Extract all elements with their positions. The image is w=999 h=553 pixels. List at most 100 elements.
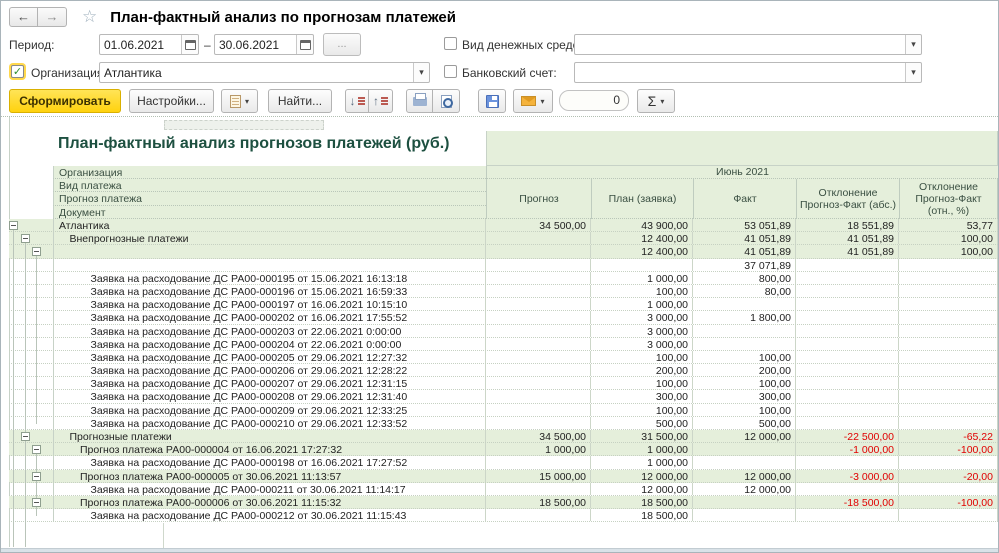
value-cell[interactable]: 53,77 <box>899 219 998 231</box>
report-row[interactable]: Заявка на расходование ДС РА00-000204 от… <box>9 338 998 351</box>
row-label[interactable]: Заявка на расходование ДС РА00-000203 от… <box>53 325 486 337</box>
value-cell[interactable] <box>796 311 899 323</box>
report-row[interactable]: Атлантика34 500,0043 900,0053 051,8918 5… <box>9 219 998 232</box>
report-row[interactable]: Прогноз платежа РА00-000005 от 30.06.202… <box>9 470 998 483</box>
value-cell[interactable] <box>899 285 998 297</box>
value-cell[interactable] <box>796 456 899 468</box>
dimension-header-payment-kind[interactable]: Вид платежа <box>53 179 486 192</box>
value-cell[interactable] <box>693 325 796 337</box>
row-label[interactable]: Заявка на расходование ДС РА00-000196 от… <box>53 285 486 297</box>
row-label[interactable]: Заявка на расходование ДС РА00-000198 от… <box>53 456 486 468</box>
value-cell[interactable]: 200,00 <box>591 364 693 376</box>
value-cell[interactable] <box>486 259 591 271</box>
value-cell[interactable]: 12 400,00 <box>591 245 693 257</box>
value-cell[interactable] <box>796 285 899 297</box>
value-cell[interactable]: 100,00 <box>899 245 998 257</box>
row-label[interactable] <box>53 259 486 271</box>
period-from-value[interactable]: 01.06.2021 <box>100 38 181 52</box>
row-label[interactable]: Прогнозные платежи <box>53 430 486 442</box>
value-cell[interactable]: -20,00 <box>899 470 998 482</box>
value-cell[interactable] <box>486 404 591 416</box>
value-cell[interactable] <box>899 272 998 284</box>
value-cell[interactable] <box>796 404 899 416</box>
value-cell[interactable] <box>486 285 591 297</box>
row-label[interactable]: Заявка на расходование ДС РА00-000204 от… <box>53 338 486 350</box>
value-cell[interactable]: 53 051,89 <box>693 219 796 231</box>
report-row[interactable]: Прогнозные платежи34 500,0031 500,0012 0… <box>9 430 998 443</box>
value-cell[interactable]: 1 000,00 <box>591 443 693 455</box>
value-cell[interactable] <box>591 259 693 271</box>
value-cell[interactable]: 300,00 <box>591 390 693 402</box>
value-cell[interactable]: 18 500,00 <box>486 496 591 508</box>
value-cell[interactable]: 12 000,00 <box>591 470 693 482</box>
value-cell[interactable] <box>796 483 899 495</box>
dimension-header-organization[interactable]: Организация <box>53 166 486 179</box>
row-label[interactable]: Внепрогнозные платежи <box>53 232 486 244</box>
value-cell[interactable]: 80,00 <box>693 285 796 297</box>
value-cell[interactable]: 3 000,00 <box>591 338 693 350</box>
value-cell[interactable] <box>899 390 998 402</box>
period-column-header[interactable]: Июнь 2021 <box>486 166 998 179</box>
value-cell[interactable] <box>796 364 899 376</box>
period-more-button[interactable]: ... <box>323 33 361 56</box>
value-cell[interactable] <box>486 390 591 402</box>
report-row[interactable]: 37 071,89 <box>9 259 998 272</box>
value-cell[interactable]: 15 000,00 <box>486 470 591 482</box>
value-cell[interactable] <box>899 404 998 416</box>
save-button[interactable] <box>478 89 506 113</box>
value-cell[interactable]: 12 000,00 <box>693 483 796 495</box>
report-row[interactable]: Заявка на расходование ДС РА00-000211 от… <box>9 483 998 496</box>
value-cell[interactable] <box>899 351 998 363</box>
value-cell[interactable] <box>796 390 899 402</box>
print-button[interactable] <box>406 89 433 113</box>
autosum-field[interactable]: 0 <box>559 90 629 111</box>
value-cell[interactable] <box>796 272 899 284</box>
value-cell[interactable] <box>899 298 998 310</box>
row-label[interactable]: Заявка на расходование ДС РА00-000211 от… <box>53 483 486 495</box>
row-label[interactable]: Заявка на расходование ДС РА00-000208 от… <box>53 390 486 402</box>
report-row[interactable]: Заявка на расходование ДС РА00-000207 от… <box>9 377 998 390</box>
report-row[interactable]: Заявка на расходование ДС РА00-000205 от… <box>9 351 998 364</box>
collapse-group-button[interactable] <box>9 221 18 230</box>
period-to-field[interactable]: 30.06.2021 <box>214 34 314 55</box>
value-cell[interactable] <box>899 364 998 376</box>
value-cell[interactable] <box>693 338 796 350</box>
value-cell[interactable]: 3 000,00 <box>591 311 693 323</box>
collapse-groups-button[interactable]: ↓ <box>345 89 369 113</box>
value-cell[interactable]: -100,00 <box>899 496 998 508</box>
value-cell[interactable]: 100,00 <box>693 404 796 416</box>
org-checkbox[interactable]: ✓ <box>11 65 24 78</box>
collapse-group-button[interactable] <box>32 247 41 256</box>
print-preview-button[interactable] <box>433 89 460 113</box>
column-header-deviation-rel[interactable]: Отклонение Прогноз-Факт (отн., %) <box>899 179 998 219</box>
value-cell[interactable]: 200,00 <box>693 364 796 376</box>
report-row[interactable]: Заявка на расходование ДС РА00-000206 от… <box>9 364 998 377</box>
autosum-button[interactable]: Σ ▾ <box>637 89 675 113</box>
value-cell[interactable] <box>899 483 998 495</box>
value-cell[interactable]: 43 900,00 <box>591 219 693 231</box>
back-button[interactable]: ← <box>9 7 38 27</box>
period-from-field[interactable]: 01.06.2021 <box>99 34 199 55</box>
row-label[interactable]: Заявка на расходование ДС РА00-000197 от… <box>53 298 486 310</box>
expand-groups-button[interactable]: ↑ <box>369 89 393 113</box>
report-row[interactable]: Прогноз платежа РА00-000006 от 30.06.202… <box>9 496 998 509</box>
value-cell[interactable]: 800,00 <box>693 272 796 284</box>
value-cell[interactable]: 12 000,00 <box>693 430 796 442</box>
value-cell[interactable] <box>796 351 899 363</box>
report-row[interactable]: Заявка на расходование ДС РА00-000210 от… <box>9 417 998 430</box>
value-cell[interactable]: 100,00 <box>591 351 693 363</box>
forward-button[interactable]: → <box>38 7 67 27</box>
value-cell[interactable] <box>796 259 899 271</box>
value-cell[interactable]: 1 000,00 <box>591 298 693 310</box>
value-cell[interactable]: -100,00 <box>899 443 998 455</box>
value-cell[interactable]: 500,00 <box>693 417 796 429</box>
collapse-group-button[interactable] <box>32 498 41 507</box>
value-cell[interactable] <box>899 377 998 389</box>
report-row[interactable]: Прогноз платежа РА00-000004 от 16.06.202… <box>9 443 998 456</box>
dropdown-button[interactable]: ▾ <box>905 63 921 82</box>
value-cell[interactable] <box>486 338 591 350</box>
value-cell[interactable] <box>486 417 591 429</box>
selected-cell[interactable] <box>164 120 324 130</box>
value-cell[interactable]: 100,00 <box>693 377 796 389</box>
report-row[interactable]: Заявка на расходование ДС РА00-000208 от… <box>9 390 998 403</box>
